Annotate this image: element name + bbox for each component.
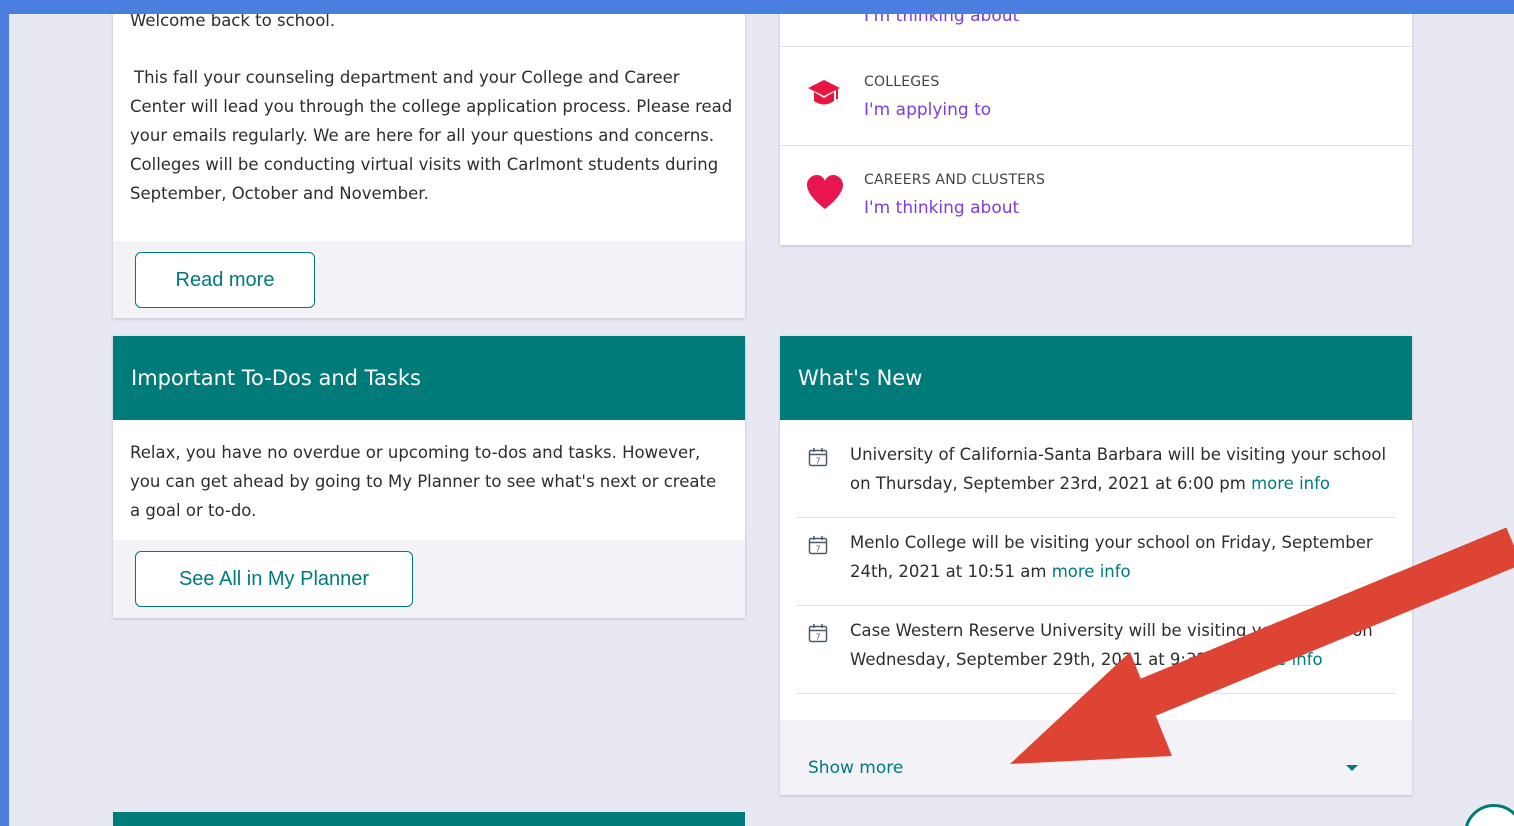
svg-text:7: 7 [815,545,820,554]
calendar-icon: 7 [808,535,828,555]
news-item-text: University of California-Santa Barbara w… [850,440,1390,498]
more-info-link[interactable]: more info [1244,650,1323,669]
see-all-in-my-planner-button[interactable]: See All in My Planner [135,551,413,607]
welcome-partial-line: Welcome back to school. [130,14,336,30]
help-button[interactable] [1464,804,1514,826]
careers-thinking-link[interactable]: I'm thinking about [864,198,1019,218]
heart-icon [806,174,844,210]
news-item: 7 Menlo College will be visiting your sc… [796,528,1396,606]
news-item-text: Menlo College will be visiting your scho… [850,528,1390,586]
colleges-applying-link[interactable]: I'm applying to [864,100,991,120]
dashboard-viewport: Welcome back to school. This fall your c… [9,14,1514,826]
whats-new-title: What's New [780,336,1412,420]
show-more-bar[interactable]: Show more [780,720,1412,795]
colleges-label: COLLEGES [864,74,940,90]
todos-message: Relax, you have no overdue or upcoming t… [130,443,717,520]
todos-card-footer: See All in My Planner [113,540,745,618]
chevron-down-icon[interactable] [1346,765,1358,771]
show-more-label[interactable]: Show more [808,758,903,778]
next-card-header-partial [113,812,745,826]
more-info-link[interactable]: more info [1251,474,1330,493]
calendar-icon: 7 [808,447,828,467]
read-more-button[interactable]: Read more [135,252,315,308]
welcome-paragraph: This fall your counseling department and… [130,68,733,203]
todos-card-title: Important To-Dos and Tasks [113,336,745,420]
careers-label: CAREERS AND CLUSTERS [864,172,1046,188]
welcome-card: Welcome back to school. This fall your c… [113,14,745,318]
svg-text:7: 7 [815,457,820,466]
profile-card: I'm thinking about COLLEGES I'm applying… [780,14,1412,245]
partial-thinking-about-link[interactable]: I'm thinking about [864,14,1019,26]
svg-text:7: 7 [815,633,820,642]
profile-row-partial: I'm thinking about [780,14,1412,47]
graduation-cap-icon [807,79,841,109]
profile-row-colleges: COLLEGES I'm applying to [780,47,1412,146]
profile-row-careers: CAREERS AND CLUSTERS I'm thinking about [780,146,1412,245]
news-item-text: Case Western Reserve University will be … [850,616,1390,674]
whats-new-card: What's New 7 University of California-Sa… [780,336,1412,795]
todos-card: Important To-Dos and Tasks Relax, you ha… [113,336,745,618]
more-info-link[interactable]: more info [1052,562,1131,581]
calendar-icon: 7 [808,623,828,643]
welcome-card-footer: Read more [113,241,745,318]
news-item: 7 University of California-Santa Barbara… [796,440,1396,518]
news-item: 7 Case Western Reserve University will b… [796,616,1396,694]
